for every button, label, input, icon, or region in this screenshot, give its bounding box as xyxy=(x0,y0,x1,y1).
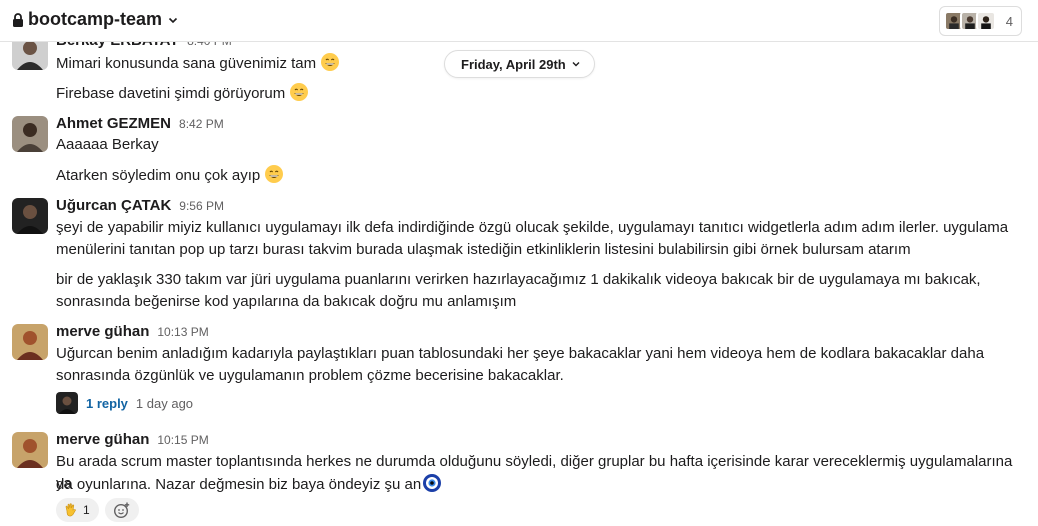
message-line: sonrasında beğenirse kod yapılarına da b… xyxy=(56,293,517,310)
message-line: bir de yaklaşık 330 takım var jüri uygul… xyxy=(56,271,981,288)
chevron-down-icon xyxy=(168,17,178,23)
add-reaction-button[interactable] xyxy=(104,498,139,522)
message-line: sonrasında özgünlük ve uygulamanın probl… xyxy=(56,367,564,384)
author-name[interactable]: merve gühan xyxy=(56,323,149,340)
lock-icon xyxy=(13,12,23,27)
timestamp[interactable]: 10:15 PM xyxy=(157,433,208,447)
message-line: menülerini tanıtan pop up tarzı burası t… xyxy=(56,241,911,258)
thread-replies[interactable]: 1 reply 1 day ago xyxy=(56,392,193,414)
message-header: merve gühan 10:13 PM xyxy=(56,323,209,340)
author-name[interactable]: Uğurcan ÇATAK xyxy=(56,197,171,214)
message-line: Uğurcan benim anladığım kadarıyla paylaş… xyxy=(56,345,985,362)
nazar-amulet-emoji-icon xyxy=(423,474,442,492)
channel-header: bootcamp-team 4 xyxy=(0,0,1038,42)
members-button[interactable]: 4 xyxy=(938,6,1022,36)
message-line: Atarken söyledim onu çok ayıp xyxy=(56,167,261,184)
chevron-down-icon xyxy=(572,62,580,67)
add-emoji-icon xyxy=(113,502,129,519)
message-line: Mimari konusunda sana güvenimiz tam xyxy=(56,55,317,72)
message-header: Uğurcan ÇATAK 9:56 PM xyxy=(56,197,224,214)
last-reply-time: 1 day ago xyxy=(135,395,194,411)
grinning-emoji-icon xyxy=(265,165,284,183)
avatar[interactable] xyxy=(12,324,48,360)
date-label: Friday, April 29th xyxy=(461,56,566,72)
message-line: Firebase davetini şimdi görüyorum xyxy=(56,85,286,102)
timestamp[interactable]: 9:56 PM xyxy=(179,199,224,213)
grinning-emoji-icon xyxy=(290,83,309,101)
message-line: da oyunlarına. Nazar değmesin biz baya ö… xyxy=(56,476,422,493)
grinning-emoji-icon xyxy=(321,53,340,71)
member-count: 4 xyxy=(1005,13,1013,29)
clap-icon xyxy=(65,503,76,517)
timestamp[interactable]: 10:13 PM xyxy=(157,325,208,339)
member-avatar xyxy=(975,11,996,31)
message-line: şeyi de yapabilir miyiz kullanıcı uygula… xyxy=(56,219,1009,236)
channel-name-button[interactable]: bootcamp-team xyxy=(12,9,178,30)
channel-name: bootcamp-team xyxy=(28,9,163,29)
reply-avatar xyxy=(56,392,78,414)
reply-count-link[interactable]: 1 reply xyxy=(86,396,128,411)
timestamp[interactable]: 8:42 PM xyxy=(179,117,224,131)
avatar[interactable] xyxy=(12,198,48,234)
message-text: Atarken söyledim onu çok ayıp xyxy=(56,164,1026,187)
reaction-clap[interactable]: 1 xyxy=(56,498,99,522)
reactions-bar: 1 xyxy=(56,498,139,522)
message-line: Aaaaaa Berkay xyxy=(56,136,159,153)
message-text: Aaaaaa Berkay xyxy=(56,134,1026,156)
author-name[interactable]: merve gühan xyxy=(56,431,149,448)
message-header: Ahmet GEZMEN 8:42 PM xyxy=(56,115,224,132)
date-divider-button[interactable]: Friday, April 29th xyxy=(444,50,595,78)
author-name[interactable]: Ahmet GEZMEN xyxy=(56,115,171,132)
message-header: merve gühan 10:15 PM xyxy=(56,431,209,448)
avatar[interactable] xyxy=(12,116,48,152)
message-text: da oyunlarına. Nazar değmesin biz baya ö… xyxy=(56,473,1026,496)
avatar[interactable] xyxy=(12,432,48,468)
message-text: Firebase davetini şimdi görüyorum xyxy=(56,82,1026,105)
reaction-count: 1 xyxy=(83,503,90,517)
